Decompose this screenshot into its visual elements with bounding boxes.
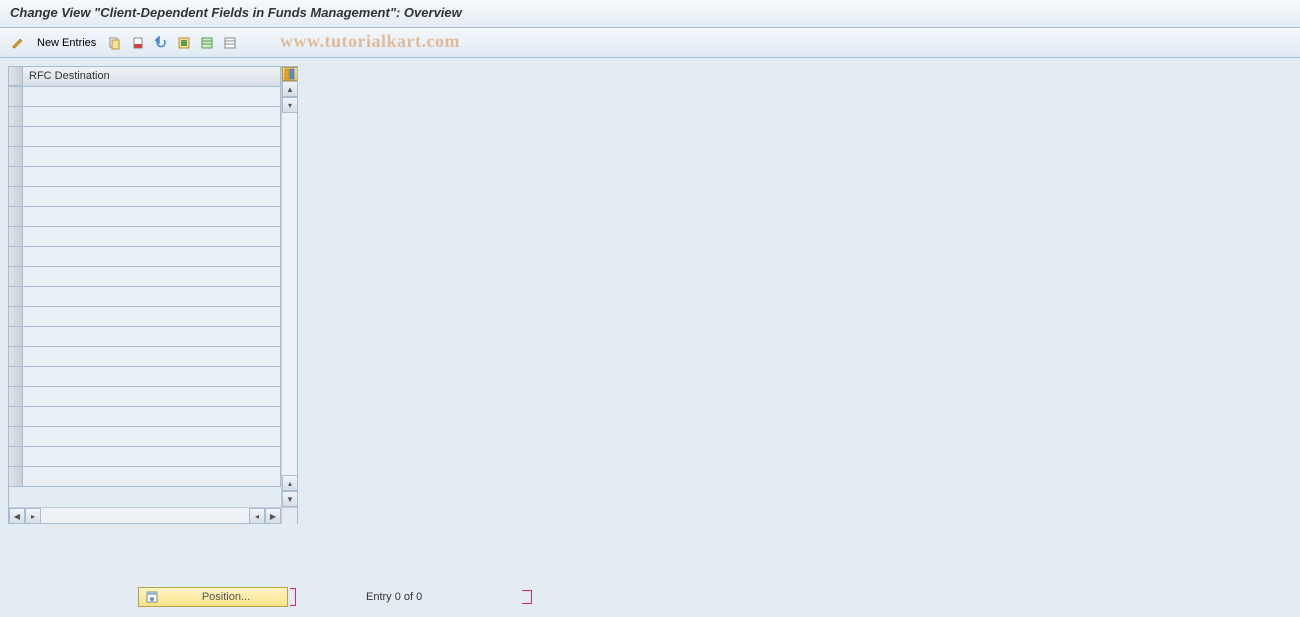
scroll-right-step-icon[interactable]: ◂ (249, 508, 265, 524)
scroll-right-icon[interactable]: ▶ (265, 508, 281, 524)
row-selector[interactable] (9, 427, 23, 447)
vertical-scrollbar[interactable]: ▲ ▾ ▴ ▼ (281, 67, 297, 507)
toolbar: New Entries www.tutorialkart.com (0, 28, 1300, 58)
table-row[interactable] (9, 427, 281, 447)
table-body (9, 87, 281, 507)
table-cell[interactable] (23, 307, 281, 327)
table-row[interactable] (9, 467, 281, 487)
table-cell[interactable] (23, 287, 281, 307)
scroll-corner (281, 508, 297, 524)
scroll-up-icon[interactable]: ▲ (282, 81, 297, 97)
column-header-rfc[interactable]: RFC Destination (23, 67, 281, 86)
row-selector[interactable] (9, 347, 23, 367)
row-selector[interactable] (9, 187, 23, 207)
table-row[interactable] (9, 447, 281, 467)
bracket-indicator-left (290, 588, 296, 606)
select-all-icon[interactable] (174, 33, 194, 53)
row-selector[interactable] (9, 447, 23, 467)
row-selector-header[interactable] (9, 67, 23, 86)
scroll-down-icon[interactable]: ▼ (282, 491, 297, 507)
table-cell[interactable] (23, 87, 281, 107)
select-block-icon[interactable] (197, 33, 217, 53)
table-row[interactable] (9, 387, 281, 407)
position-label: Position... (165, 591, 287, 603)
table-row[interactable] (9, 227, 281, 247)
content-area: RFC Destination ▲ ▾ ▴ ▼ ◀ ▸ ◂ ▶ (0, 58, 1300, 617)
table-row[interactable] (9, 207, 281, 227)
table-header: RFC Destination (9, 67, 281, 87)
row-selector[interactable] (9, 407, 23, 427)
table-row[interactable] (9, 267, 281, 287)
footer-row: Position... Entry 0 of 0 (0, 585, 1300, 609)
table-row[interactable] (9, 347, 281, 367)
row-selector[interactable] (9, 167, 23, 187)
entry-count-text: Entry 0 of 0 (366, 591, 422, 603)
table-cell[interactable] (23, 447, 281, 467)
table-cell[interactable] (23, 107, 281, 127)
scroll-v-track[interactable] (282, 113, 297, 475)
position-button[interactable]: Position... (138, 587, 288, 607)
row-selector[interactable] (9, 327, 23, 347)
row-selector[interactable] (9, 467, 23, 487)
table-cell[interactable] (23, 367, 281, 387)
table-cell[interactable] (23, 187, 281, 207)
page-title: Change View "Client-Dependent Fields in … (10, 5, 462, 20)
table-cell[interactable] (23, 347, 281, 367)
scroll-up-step-icon[interactable]: ▾ (282, 97, 297, 113)
table-cell[interactable] (23, 267, 281, 287)
table-row[interactable] (9, 327, 281, 347)
table-row[interactable] (9, 247, 281, 267)
title-bar: Change View "Client-Dependent Fields in … (0, 0, 1300, 28)
row-selector[interactable] (9, 87, 23, 107)
table-row[interactable] (9, 147, 281, 167)
delete-icon[interactable] (128, 33, 148, 53)
table-cell[interactable] (23, 147, 281, 167)
undo-icon[interactable] (151, 33, 171, 53)
table-cell[interactable] (23, 247, 281, 267)
row-selector[interactable] (9, 227, 23, 247)
horizontal-scrollbar[interactable]: ◀ ▸ ◂ ▶ (9, 507, 297, 523)
table-panel: RFC Destination ▲ ▾ ▴ ▼ ◀ ▸ ◂ ▶ (8, 66, 298, 524)
table-row[interactable] (9, 307, 281, 327)
row-selector[interactable] (9, 127, 23, 147)
table-cell[interactable] (23, 207, 281, 227)
new-entries-button[interactable]: New Entries (31, 33, 102, 53)
table-cell[interactable] (23, 227, 281, 247)
table-cell[interactable] (23, 467, 281, 487)
table-cell[interactable] (23, 387, 281, 407)
watermark-text: www.tutorialkart.com (280, 31, 460, 52)
table-row[interactable] (9, 287, 281, 307)
table-cell[interactable] (23, 407, 281, 427)
position-icon (143, 588, 161, 606)
bracket-indicator-right (522, 590, 532, 604)
copy-as-icon[interactable] (105, 33, 125, 53)
table-cell[interactable] (23, 427, 281, 447)
scroll-left-step-icon[interactable]: ▸ (25, 508, 41, 524)
row-selector[interactable] (9, 147, 23, 167)
deselect-all-icon[interactable] (220, 33, 240, 53)
row-selector[interactable] (9, 207, 23, 227)
row-selector[interactable] (9, 287, 23, 307)
table-row[interactable] (9, 107, 281, 127)
scroll-down-step-icon[interactable]: ▴ (282, 475, 297, 491)
row-selector[interactable] (9, 247, 23, 267)
table-settings-icon[interactable] (282, 67, 297, 81)
table-row[interactable] (9, 367, 281, 387)
table-row[interactable] (9, 127, 281, 147)
row-selector[interactable] (9, 387, 23, 407)
table-row[interactable] (9, 187, 281, 207)
table-cell[interactable] (23, 327, 281, 347)
scroll-h-track[interactable] (41, 508, 249, 523)
table-cell[interactable] (23, 167, 281, 187)
table-row[interactable] (9, 87, 281, 107)
row-selector[interactable] (9, 367, 23, 387)
scroll-left-icon[interactable]: ◀ (9, 508, 25, 524)
row-selector[interactable] (9, 107, 23, 127)
table-cell[interactable] (23, 127, 281, 147)
toggle-change-icon[interactable] (8, 33, 28, 53)
row-selector[interactable] (9, 267, 23, 287)
table-row[interactable] (9, 407, 281, 427)
table-row[interactable] (9, 167, 281, 187)
row-selector[interactable] (9, 307, 23, 327)
